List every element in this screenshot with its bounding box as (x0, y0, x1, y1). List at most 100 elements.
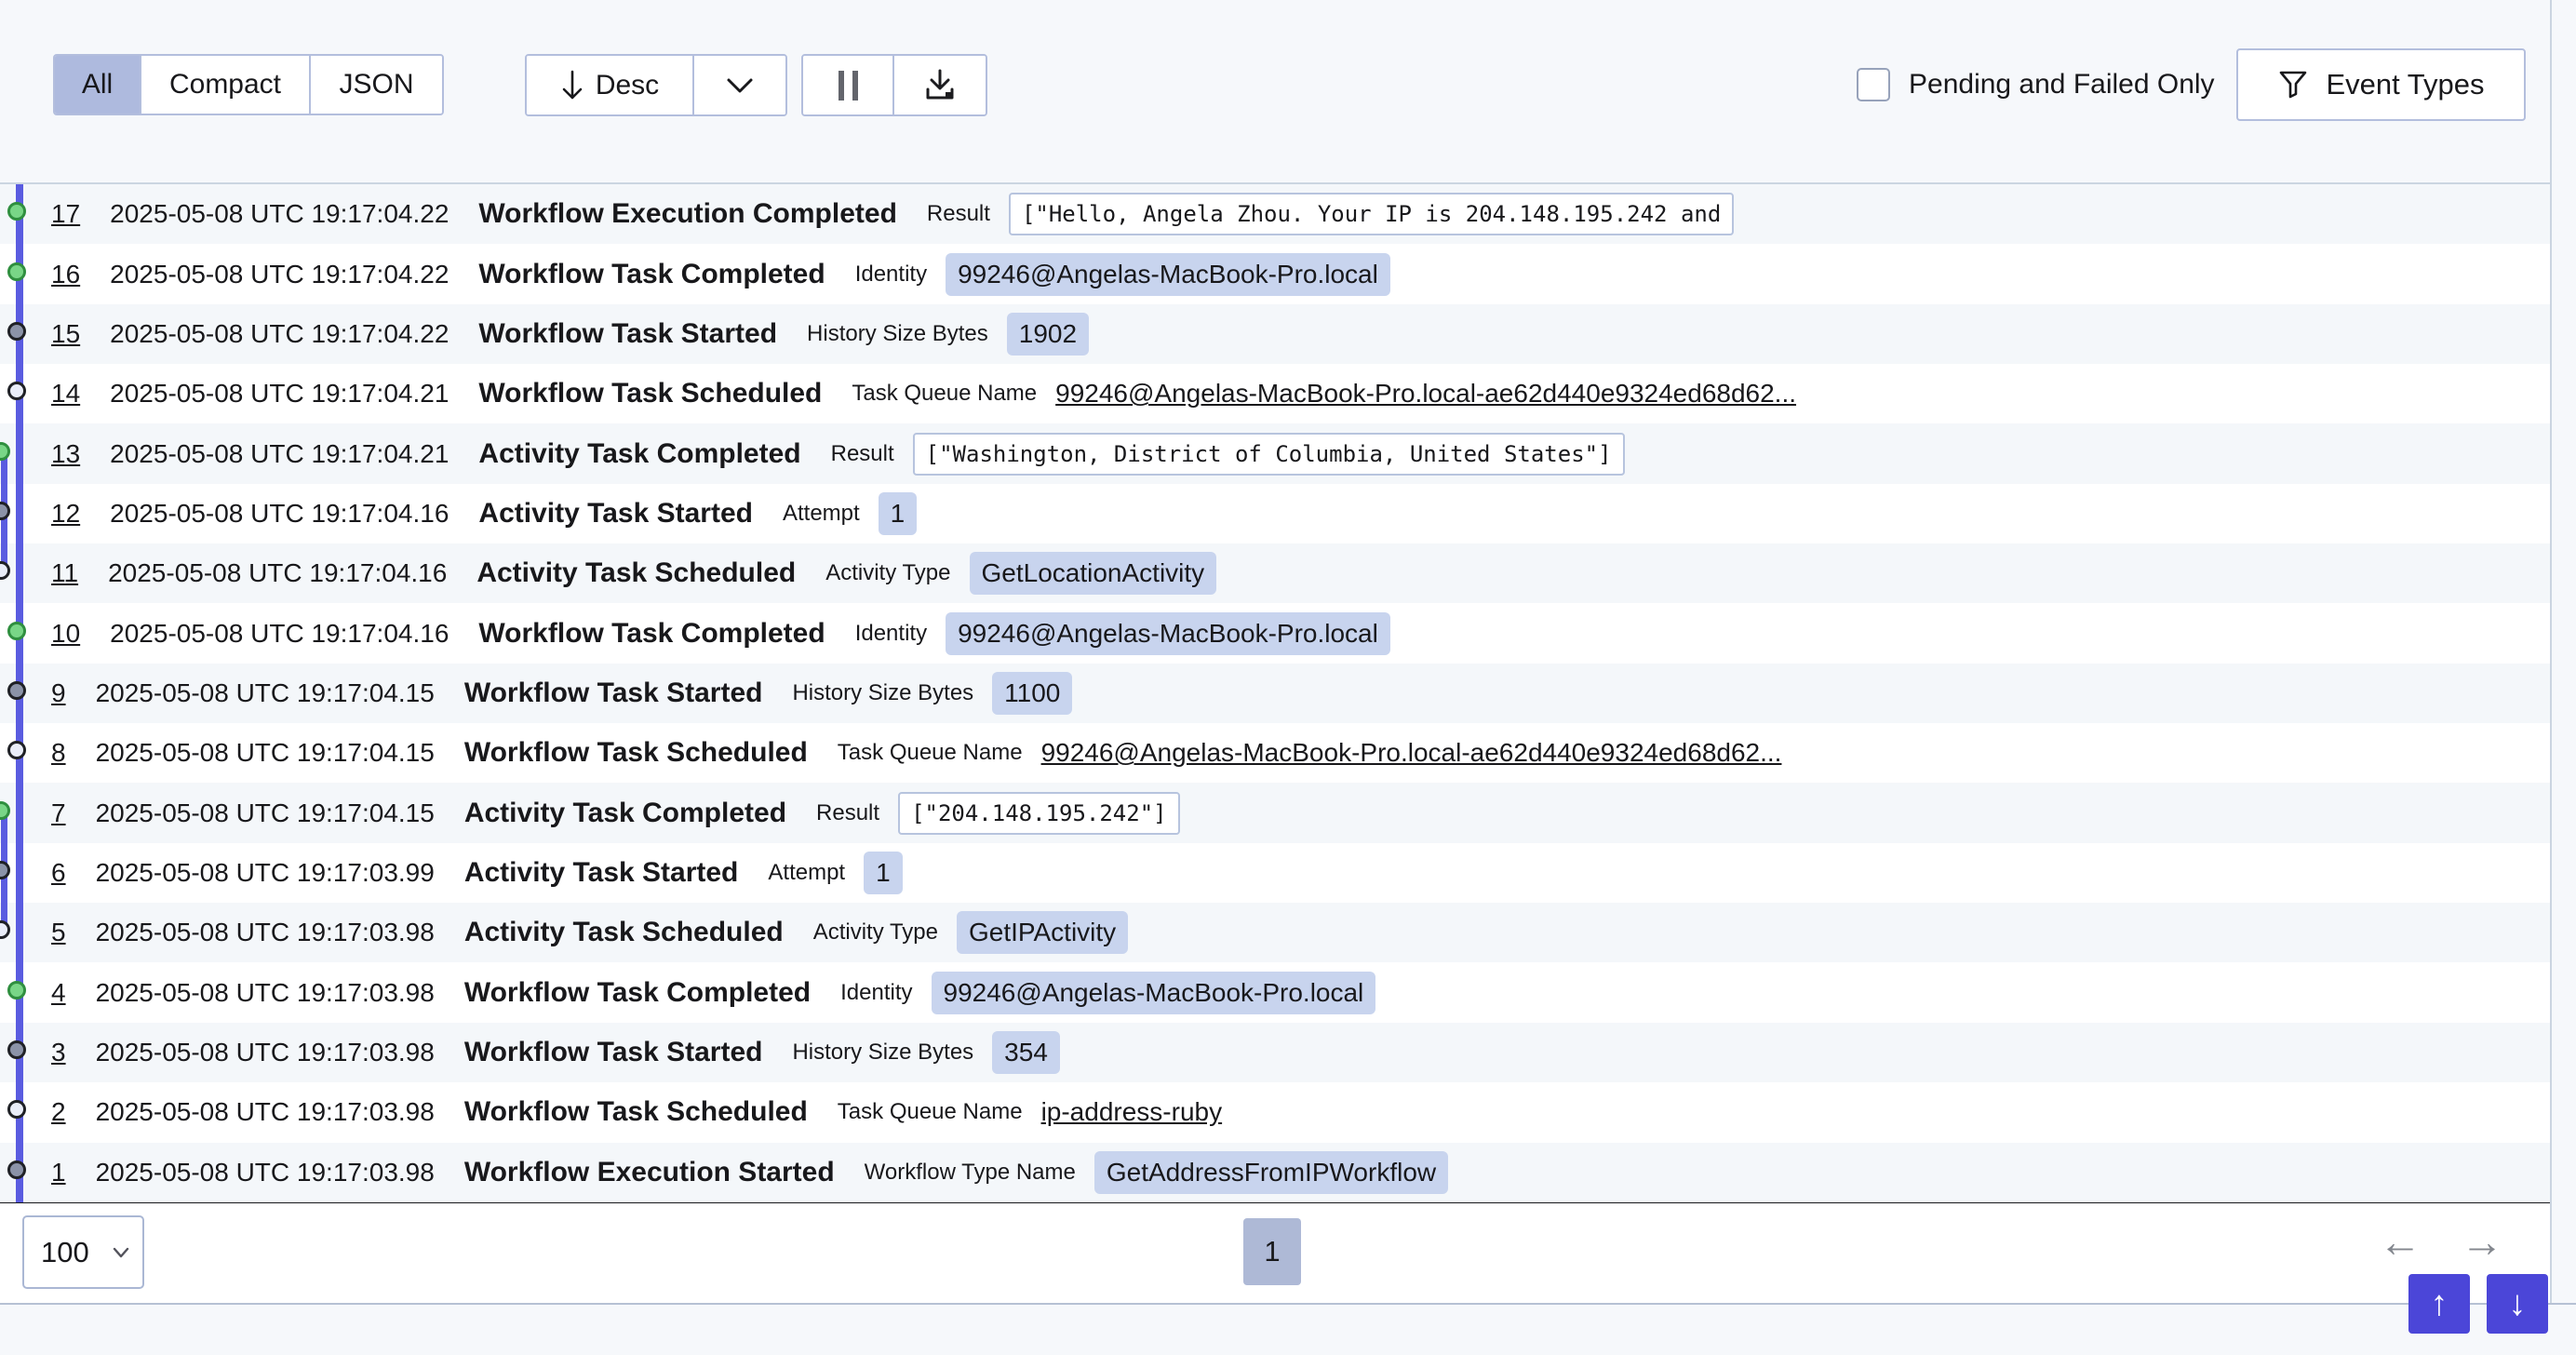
task-queue-link[interactable]: ip-address-ruby (1041, 1097, 1223, 1127)
event-id-link[interactable]: 5 (51, 918, 66, 947)
event-id-link[interactable]: 10 (51, 619, 80, 649)
event-detail-label: Result (831, 441, 894, 467)
event-row[interactable]: 172025-05-08 UTC 19:17:04.22Workflow Exe… (0, 184, 2550, 244)
event-row[interactable]: 62025-05-08 UTC 19:17:03.99Activity Task… (0, 843, 2550, 903)
event-row[interactable]: 72025-05-08 UTC 19:17:04.15Activity Task… (0, 783, 2550, 842)
event-id-link[interactable]: 8 (51, 738, 66, 768)
page-size-value: 100 (41, 1236, 89, 1269)
event-id-link[interactable]: 17 (51, 199, 80, 229)
event-detail: Workflow Type NameGetAddressFromIPWorkfl… (865, 1151, 1448, 1194)
event-detail-label: History Size Bytes (792, 680, 973, 706)
event-row[interactable]: 122025-05-08 UTC 19:17:04.16Activity Tas… (0, 484, 2550, 543)
event-detail-badge: GetAddressFromIPWorkflow (1094, 1151, 1448, 1194)
event-timestamp: 2025-05-08 UTC 19:17:03.98 (96, 978, 435, 1008)
task-queue-link[interactable]: 99246@Angelas-MacBook-Pro.local-ae62d440… (1041, 738, 1782, 768)
event-detail-code: ["204.148.195.242"] (898, 792, 1180, 835)
event-name: Workflow Task Scheduled (464, 1096, 808, 1128)
pending-failed-checkbox[interactable] (1857, 68, 1890, 101)
event-timestamp: 2025-05-08 UTC 19:17:04.22 (110, 319, 449, 349)
event-detail-label: Attempt (783, 501, 860, 527)
pending-failed-filter: Pending and Failed Only (1857, 54, 2215, 115)
event-detail-label: Activity Type (825, 560, 950, 586)
event-id-link[interactable]: 6 (51, 858, 66, 888)
event-id-link[interactable]: 2 (51, 1097, 66, 1127)
task-queue-link[interactable]: 99246@Angelas-MacBook-Pro.local-ae62d440… (1055, 379, 1796, 409)
event-rows: 172025-05-08 UTC 19:17:04.22Workflow Exe… (0, 184, 2550, 1202)
event-name: Activity Task Started (478, 498, 753, 530)
current-page-button[interactable]: 1 (1243, 1218, 1301, 1285)
event-name: Activity Task Completed (464, 798, 786, 829)
event-detail: Activity TypeGetIPActivity (813, 911, 1128, 954)
tab-all[interactable]: All (55, 56, 141, 114)
scroll-to-top-button[interactable]: ↑ (2408, 1274, 2470, 1334)
view-mode-tabs: All Compact JSON (53, 54, 444, 115)
event-timestamp: 2025-05-08 UTC 19:17:04.21 (110, 379, 449, 409)
previous-page-arrow[interactable]: ← (2379, 1220, 2422, 1263)
event-row[interactable]: 1 2025-05-08 UTC 19:17:03.98 Workflow Exec… (0, 1143, 2550, 1202)
event-detail-badge: 1902 (1007, 313, 1089, 356)
event-name: Workflow Task Completed (478, 259, 825, 290)
event-detail: Activity TypeGetLocationActivity (825, 552, 1216, 595)
event-id-link[interactable]: 4 (51, 978, 66, 1008)
event-detail-label: Attempt (768, 860, 845, 886)
event-timestamp: 2025-05-08 UTC 19:17:03.98 (96, 1158, 435, 1187)
event-types-filter-button[interactable]: Event Types (2236, 48, 2526, 121)
event-row[interactable]: 82025-05-08 UTC 19:17:04.15Workflow Task… (0, 723, 2550, 783)
event-id-link[interactable]: 15 (51, 319, 80, 349)
event-id-link[interactable]: 7 (51, 798, 66, 828)
event-detail-code: ["Washington, District of Columbia, Unit… (913, 433, 1625, 476)
event-name: Workflow Task Completed (478, 618, 825, 650)
event-history-table: 172025-05-08 UTC 19:17:04.22Workflow Exe… (0, 182, 2550, 1205)
event-id-link[interactable]: 14 (51, 379, 80, 409)
event-detail: Result ["Washington, District of Columbia… (831, 433, 1625, 476)
event-timestamp: 2025-05-08 UTC 19:17:03.98 (96, 1097, 435, 1127)
event-row[interactable]: 162025-05-08 UTC 19:17:04.22Workflow Tas… (0, 244, 2550, 303)
event-row[interactable]: 10 2025-05-08 UTC 19:17:04.16 Workflow Tas… (0, 603, 2550, 663)
event-id-link[interactable]: 13 (51, 439, 80, 469)
sort-order-control: Desc (525, 54, 787, 116)
event-detail-label: Identity (855, 621, 927, 647)
event-name: Workflow Task Completed (464, 977, 811, 1009)
event-detail-label: Task Queue Name (852, 381, 1037, 407)
event-name: Workflow Execution Started (464, 1157, 835, 1188)
next-page-arrow[interactable]: → (2461, 1220, 2503, 1263)
event-row[interactable]: 142025-05-08 UTC 19:17:04.21Workflow Tas… (0, 364, 2550, 423)
event-id-link[interactable]: 9 (51, 678, 66, 708)
event-detail: Task Queue Name99246@Angelas-MacBook-Pro… (838, 738, 1782, 768)
event-row[interactable]: 52025-05-08 UTC 19:17:03.98Activity Task… (0, 903, 2550, 962)
event-timestamp: 2025-05-08 UTC 19:17:04.16 (110, 619, 449, 649)
event-id-link[interactable]: 11 (51, 558, 78, 588)
select-chevron-icon (113, 1247, 129, 1258)
event-row[interactable]: 2 2025-05-08 UTC 19:17:03.98 Workflow Task… (0, 1082, 2550, 1142)
event-row[interactable]: 112025-05-08 UTC 19:17:04.16Activity Tas… (0, 543, 2550, 603)
event-detail-badge: 354 (992, 1031, 1060, 1074)
event-timestamp: 2025-05-08 UTC 19:17:04.21 (110, 439, 449, 469)
event-row[interactable]: 152025-05-08 UTC 19:17:04.22Workflow Tas… (0, 304, 2550, 364)
event-row[interactable]: 92025-05-08 UTC 19:17:04.15Workflow Task… (0, 664, 2550, 723)
event-row[interactable]: 4 2025-05-08 UTC 19:17:03.98 Workflow Task… (0, 962, 2550, 1022)
page-size-select[interactable]: 100 (22, 1215, 144, 1289)
event-id-link[interactable]: 3 (51, 1038, 66, 1067)
funnel-icon (2277, 69, 2309, 101)
event-id-link[interactable]: 1 (51, 1158, 66, 1187)
tab-json[interactable]: JSON (311, 56, 442, 114)
event-detail: Result["204.148.195.242"] (816, 792, 1180, 835)
event-id-link[interactable]: 16 (51, 260, 80, 289)
scroll-to-bottom-button[interactable]: ↓ (2487, 1274, 2548, 1334)
pending-failed-label: Pending and Failed Only (1909, 69, 2215, 101)
sort-dropdown-button[interactable] (694, 56, 785, 114)
event-id-link[interactable]: 12 (51, 499, 80, 529)
event-name: Activity Task Scheduled (464, 917, 784, 948)
pause-button[interactable] (803, 56, 894, 114)
event-detail-label: Identity (840, 980, 912, 1006)
arrow-down-icon (560, 70, 584, 101)
sort-desc-button[interactable]: Desc (527, 56, 694, 114)
event-row[interactable]: 32025-05-08 UTC 19:17:03.98Workflow Task… (0, 1023, 2550, 1082)
event-timestamp: 2025-05-08 UTC 19:17:04.22 (110, 199, 449, 229)
event-detail-label: Result (927, 201, 990, 227)
download-button[interactable] (894, 56, 986, 114)
event-timestamp: 2025-05-08 UTC 19:17:04.15 (96, 678, 435, 708)
tab-compact[interactable]: Compact (141, 56, 311, 114)
event-detail-label: History Size Bytes (792, 1040, 973, 1066)
event-row[interactable]: 132025-05-08 UTC 19:17:04.21Activity Tas… (0, 423, 2550, 483)
